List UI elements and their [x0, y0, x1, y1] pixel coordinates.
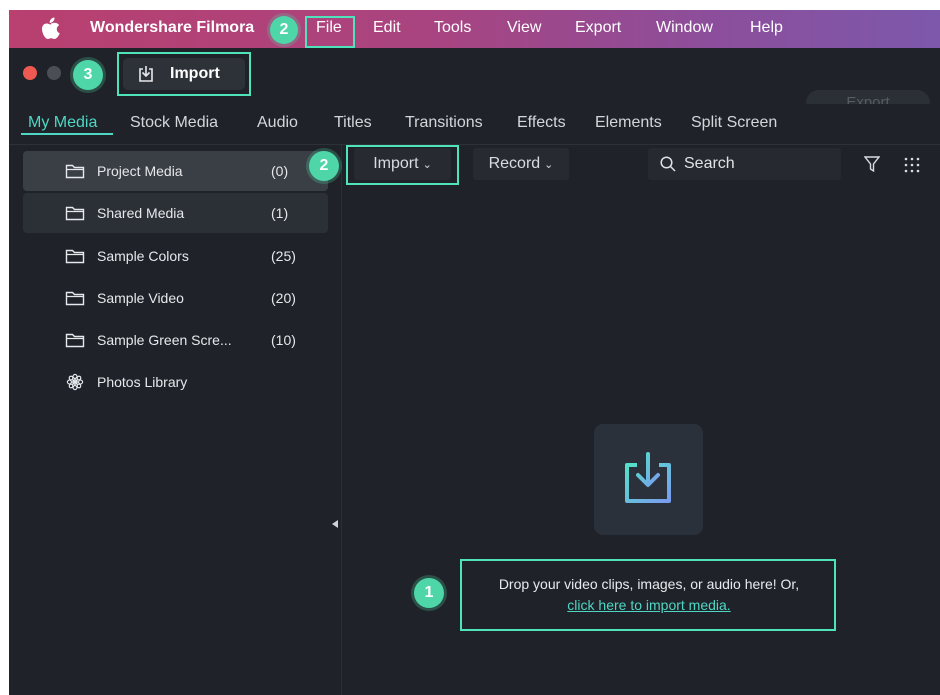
photos-icon	[66, 373, 84, 391]
sidebar-item-count: (1)	[271, 205, 289, 221]
folder-icon	[65, 206, 85, 221]
sidebar-item-count: (25)	[271, 248, 296, 264]
folder-icon	[65, 291, 85, 306]
menu-tools[interactable]: Tools	[434, 19, 471, 37]
step-1-badge: 1	[414, 578, 444, 608]
folder-icon	[65, 164, 85, 179]
media-tabs: My Media Stock Media Audio Titles Transi…	[9, 104, 940, 145]
step-2-badge: 2	[270, 16, 298, 44]
minimize-window-button[interactable]	[47, 66, 61, 80]
close-window-button[interactable]	[23, 66, 37, 80]
sidebar-item-count: (0)	[271, 163, 289, 179]
sidebar-item-sample-green-screen[interactable]: Sample Green Scre... (10)	[23, 320, 328, 360]
sidebar-item-label: Sample Colors	[97, 248, 189, 264]
import-media-tile[interactable]	[594, 424, 703, 535]
menu-window[interactable]: Window	[656, 19, 713, 37]
drop-zone-message: Drop your video clips, images, or audio …	[461, 561, 837, 631]
import-media-link[interactable]: click here to import media.	[567, 597, 730, 613]
import-icon	[139, 66, 153, 82]
chevron-down-icon: ⌄	[422, 159, 432, 171]
folder-icon	[65, 249, 85, 264]
apple-icon[interactable]	[42, 17, 60, 39]
grid-view-icon[interactable]	[904, 157, 920, 173]
tab-my-media[interactable]: My Media	[28, 114, 97, 132]
tab-stock-media[interactable]: Stock Media	[130, 114, 218, 132]
sidebar-item-count: (20)	[271, 290, 296, 306]
sidebar-item-sample-colors[interactable]: Sample Colors (25)	[23, 236, 328, 276]
import-dropdown[interactable]: Import ⌄	[354, 148, 451, 180]
sidebar-item-label: Sample Video	[97, 290, 184, 306]
sidebar-item-label: Sample Green Scre...	[97, 332, 232, 348]
tab-elements[interactable]: Elements	[595, 114, 662, 132]
menu-edit[interactable]: Edit	[373, 19, 401, 37]
filter-icon[interactable]	[864, 156, 880, 173]
import-media-icon	[625, 452, 671, 503]
sidebar-item-project-media[interactable]: Project Media (0)	[23, 151, 328, 191]
sidebar-item-label: Project Media	[97, 163, 183, 179]
collapse-sidebar-arrow[interactable]	[332, 520, 338, 528]
active-tab-indicator	[21, 133, 113, 135]
folder-icon	[65, 333, 85, 348]
import-button[interactable]: Import	[123, 58, 245, 90]
tab-split-screen[interactable]: Split Screen	[691, 114, 777, 132]
menu-bar: Wondershare Filmora 2 File Edit Tools Vi…	[9, 10, 940, 48]
step-3-badge: 3	[73, 60, 103, 90]
record-dropdown-label: Record	[488, 155, 541, 172]
menu-export[interactable]: Export	[575, 19, 621, 37]
import-dropdown-label: Import	[373, 155, 419, 172]
sidebar-item-sample-video[interactable]: Sample Video (20)	[23, 278, 328, 318]
tab-audio[interactable]: Audio	[257, 114, 298, 132]
sidebar-item-count: (10)	[271, 332, 296, 348]
tab-transitions[interactable]: Transitions	[405, 114, 483, 132]
sidebar-item-label: Shared Media	[97, 205, 185, 221]
record-dropdown[interactable]: Record ⌄	[473, 148, 569, 180]
search-box[interactable]: Search	[648, 148, 841, 180]
tab-titles[interactable]: Titles	[334, 114, 372, 132]
sidebar-item-photos-library[interactable]: Photos Library	[23, 362, 328, 402]
step-2-badge: 2	[309, 151, 339, 181]
menu-help[interactable]: Help	[750, 19, 783, 37]
tab-effects[interactable]: Effects	[517, 114, 566, 132]
sidebar-item-label: Photos Library	[97, 374, 188, 390]
menu-view[interactable]: View	[507, 19, 541, 37]
search-icon	[660, 156, 676, 172]
menu-file[interactable]: File	[316, 19, 342, 37]
media-sidebar: Project Media (0) Shared Media (1) Sampl…	[9, 145, 342, 695]
filmora-window: Wondershare Filmora 2 File Edit Tools Vi…	[9, 10, 940, 695]
sidebar-item-shared-media[interactable]: Shared Media (1)	[23, 193, 328, 233]
drop-zone-text: Drop your video clips, images, or audio …	[498, 576, 800, 592]
import-button-label: Import	[170, 65, 220, 82]
app-menu[interactable]: Wondershare Filmora	[90, 19, 254, 37]
chevron-down-icon: ⌄	[544, 159, 554, 171]
search-placeholder: Search	[684, 155, 735, 172]
